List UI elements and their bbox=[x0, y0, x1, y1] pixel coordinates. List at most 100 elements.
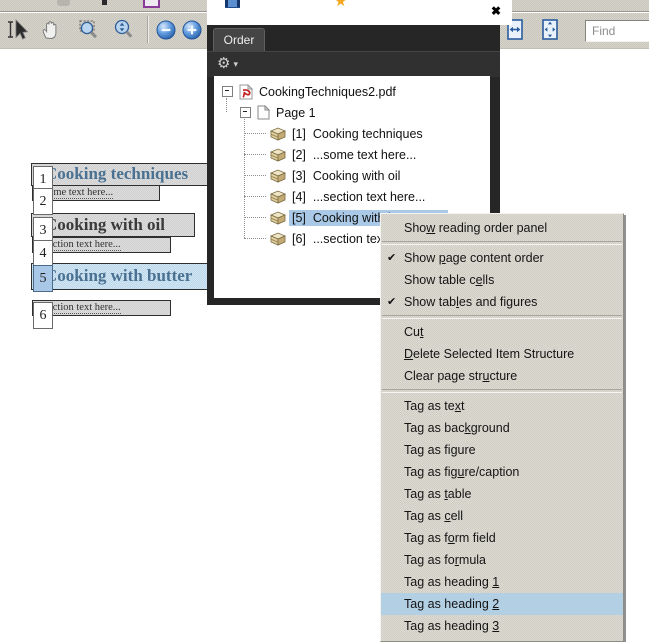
pdf-file-icon bbox=[239, 84, 253, 100]
tree-item-label: CookingTechniques2.pdf bbox=[259, 85, 396, 99]
menu-item[interactable]: Clear page structure bbox=[381, 365, 623, 387]
dynamic-zoom-tool[interactable] bbox=[110, 17, 136, 43]
marquee-zoom-tool[interactable] bbox=[75, 17, 101, 43]
reading-order-number[interactable]: 5 bbox=[33, 265, 53, 292]
menu-item[interactable]: Tag as form field bbox=[381, 527, 623, 549]
hand-tool-icon bbox=[39, 18, 63, 42]
menu-item-label: Tag as cell bbox=[404, 509, 463, 523]
context-menu: Show reading order panel✔Show page conte… bbox=[380, 213, 624, 642]
content-region-text: Cooking with oil bbox=[45, 215, 165, 234]
content-region-text: section text here... bbox=[44, 302, 121, 314]
menu-item-label: Cut bbox=[404, 325, 423, 339]
toolbar-separator bbox=[147, 16, 149, 43]
menu-item-label: Tag as heading 3 bbox=[404, 619, 499, 633]
tree-item-label: [3] Cooking with oil bbox=[292, 169, 400, 183]
fit-page-button[interactable] bbox=[537, 17, 563, 43]
menu-item-label: Tag as figure/caption bbox=[404, 465, 519, 479]
menu-item[interactable]: Show table cells bbox=[381, 269, 623, 291]
menu-item[interactable]: Tag as figure bbox=[381, 439, 623, 461]
collapse-toggle-icon[interactable] bbox=[240, 107, 251, 118]
page-icon bbox=[257, 105, 270, 120]
menu-item[interactable]: ✔ Show tables and figures bbox=[381, 291, 623, 313]
cutoff-icon bbox=[102, 0, 107, 5]
marquee-zoom-icon bbox=[76, 18, 101, 42]
collapse-toggle-icon[interactable] bbox=[222, 86, 233, 97]
options-button[interactable]: ⚙ ▾ bbox=[217, 55, 238, 73]
reading-order-number-label: 2 bbox=[40, 194, 47, 210]
menu-item-label: Tag as formula bbox=[404, 553, 486, 567]
menu-item[interactable]: Tag as background bbox=[381, 417, 623, 439]
menu-item[interactable]: Tag as table bbox=[381, 483, 623, 505]
reading-order-number[interactable]: 4 bbox=[33, 240, 53, 267]
tab-order[interactable]: Order bbox=[213, 28, 265, 51]
tree-item[interactable]: [1] Cooking techniques bbox=[214, 125, 423, 142]
content-region[interactable]: Cooking with butter bbox=[31, 263, 220, 290]
menu-separator bbox=[382, 389, 622, 393]
menu-item-label: Delete Selected Item Structure bbox=[404, 347, 574, 361]
hand-tool[interactable] bbox=[38, 17, 64, 43]
tree-item[interactable]: [3] Cooking with oil bbox=[214, 167, 400, 184]
content-region-text: section text here... bbox=[44, 239, 121, 251]
zoom-in-button[interactable] bbox=[179, 17, 205, 43]
menu-item-label: Tag as figure bbox=[404, 443, 476, 457]
menu-item[interactable]: Tag as heading 1 bbox=[381, 571, 623, 593]
reading-order-number-label: 4 bbox=[40, 246, 47, 262]
chevron-down-icon: ▾ bbox=[233, 59, 238, 70]
menu-item[interactable]: Tag as heading 2 bbox=[381, 593, 623, 615]
content-box-icon bbox=[270, 232, 286, 246]
content-box-icon bbox=[270, 211, 286, 225]
menu-item[interactable]: ✔Show page content order bbox=[381, 247, 623, 269]
fit-page-icon bbox=[539, 18, 561, 42]
menu-item[interactable]: Delete Selected Item Structure bbox=[381, 343, 623, 365]
menu-item[interactable]: Tag as cell bbox=[381, 505, 623, 527]
select-tool[interactable] bbox=[5, 17, 31, 43]
tree-item-label: [2] ...some text here... bbox=[292, 148, 416, 162]
content-box-icon bbox=[270, 148, 286, 162]
check-icon: ✔ bbox=[387, 291, 396, 313]
panel-options-bar: ⚙ ▾ bbox=[207, 51, 500, 77]
menu-item-label: Clear page structure bbox=[404, 369, 517, 383]
menu-item[interactable]: Tag as heading 3 bbox=[381, 615, 623, 637]
zoom-in-icon bbox=[181, 19, 203, 41]
menu-item-label: Tag as text bbox=[404, 399, 464, 413]
reading-order-number-label: 5 bbox=[40, 271, 47, 287]
cutoff-icon bbox=[57, 0, 70, 6]
menu-item-label: Show tables and figures bbox=[404, 295, 537, 309]
menu-item-label: Show page content order bbox=[404, 251, 544, 265]
content-box-icon bbox=[270, 190, 286, 204]
gear-icon: ⚙ bbox=[217, 55, 230, 73]
menu-item[interactable]: Tag as text bbox=[381, 395, 623, 417]
menu-item[interactable]: Cut bbox=[381, 321, 623, 343]
reading-order-number-label: 6 bbox=[40, 308, 47, 324]
content-region[interactable]: Cooking techniques bbox=[31, 163, 218, 186]
tree-item[interactable]: CookingTechniques2.pdf bbox=[214, 83, 396, 100]
content-region-text: Cooking techniques bbox=[45, 164, 188, 183]
tree-item-label: [1] Cooking techniques bbox=[292, 127, 423, 141]
menu-item-label: Tag as background bbox=[404, 421, 510, 435]
tree-item-label: [4] ...section text here... bbox=[292, 190, 425, 204]
reading-order-number[interactable]: 6 bbox=[33, 302, 53, 329]
zoom-out-button[interactable] bbox=[153, 17, 179, 43]
cutoff-purple-icon bbox=[143, 0, 160, 8]
reading-order-number[interactable]: 2 bbox=[33, 188, 53, 215]
select-tool-icon bbox=[6, 18, 30, 42]
menu-item-label: Show reading order panel bbox=[404, 221, 547, 235]
menu-item-label: Tag as form field bbox=[404, 531, 496, 545]
tree-item[interactable]: [2] ...some text here... bbox=[214, 146, 416, 163]
tree-item[interactable]: [4] ...section text here... bbox=[214, 188, 425, 205]
content-box-icon bbox=[270, 169, 286, 183]
tree-item[interactable]: Page 1 bbox=[214, 104, 316, 121]
zoom-out-icon bbox=[155, 19, 177, 41]
menu-item[interactable]: Show reading order panel bbox=[381, 217, 623, 239]
cutoff-blue-icon bbox=[225, 0, 240, 8]
menu-item[interactable]: Tag as figure/caption bbox=[381, 461, 623, 483]
menu-separator bbox=[382, 315, 622, 319]
close-icon[interactable]: ✖ bbox=[491, 4, 501, 18]
panel-title-strip: ★ ✖ bbox=[207, 0, 512, 25]
menu-item-label: Show table cells bbox=[404, 273, 494, 287]
reading-order-number-label: 1 bbox=[40, 172, 47, 188]
menu-item[interactable]: Tag as formula bbox=[381, 549, 623, 571]
content-region-text: Cooking with butter bbox=[45, 266, 192, 285]
content-region[interactable]: Cooking with oil bbox=[31, 213, 195, 237]
find-input[interactable]: Find bbox=[585, 20, 649, 42]
